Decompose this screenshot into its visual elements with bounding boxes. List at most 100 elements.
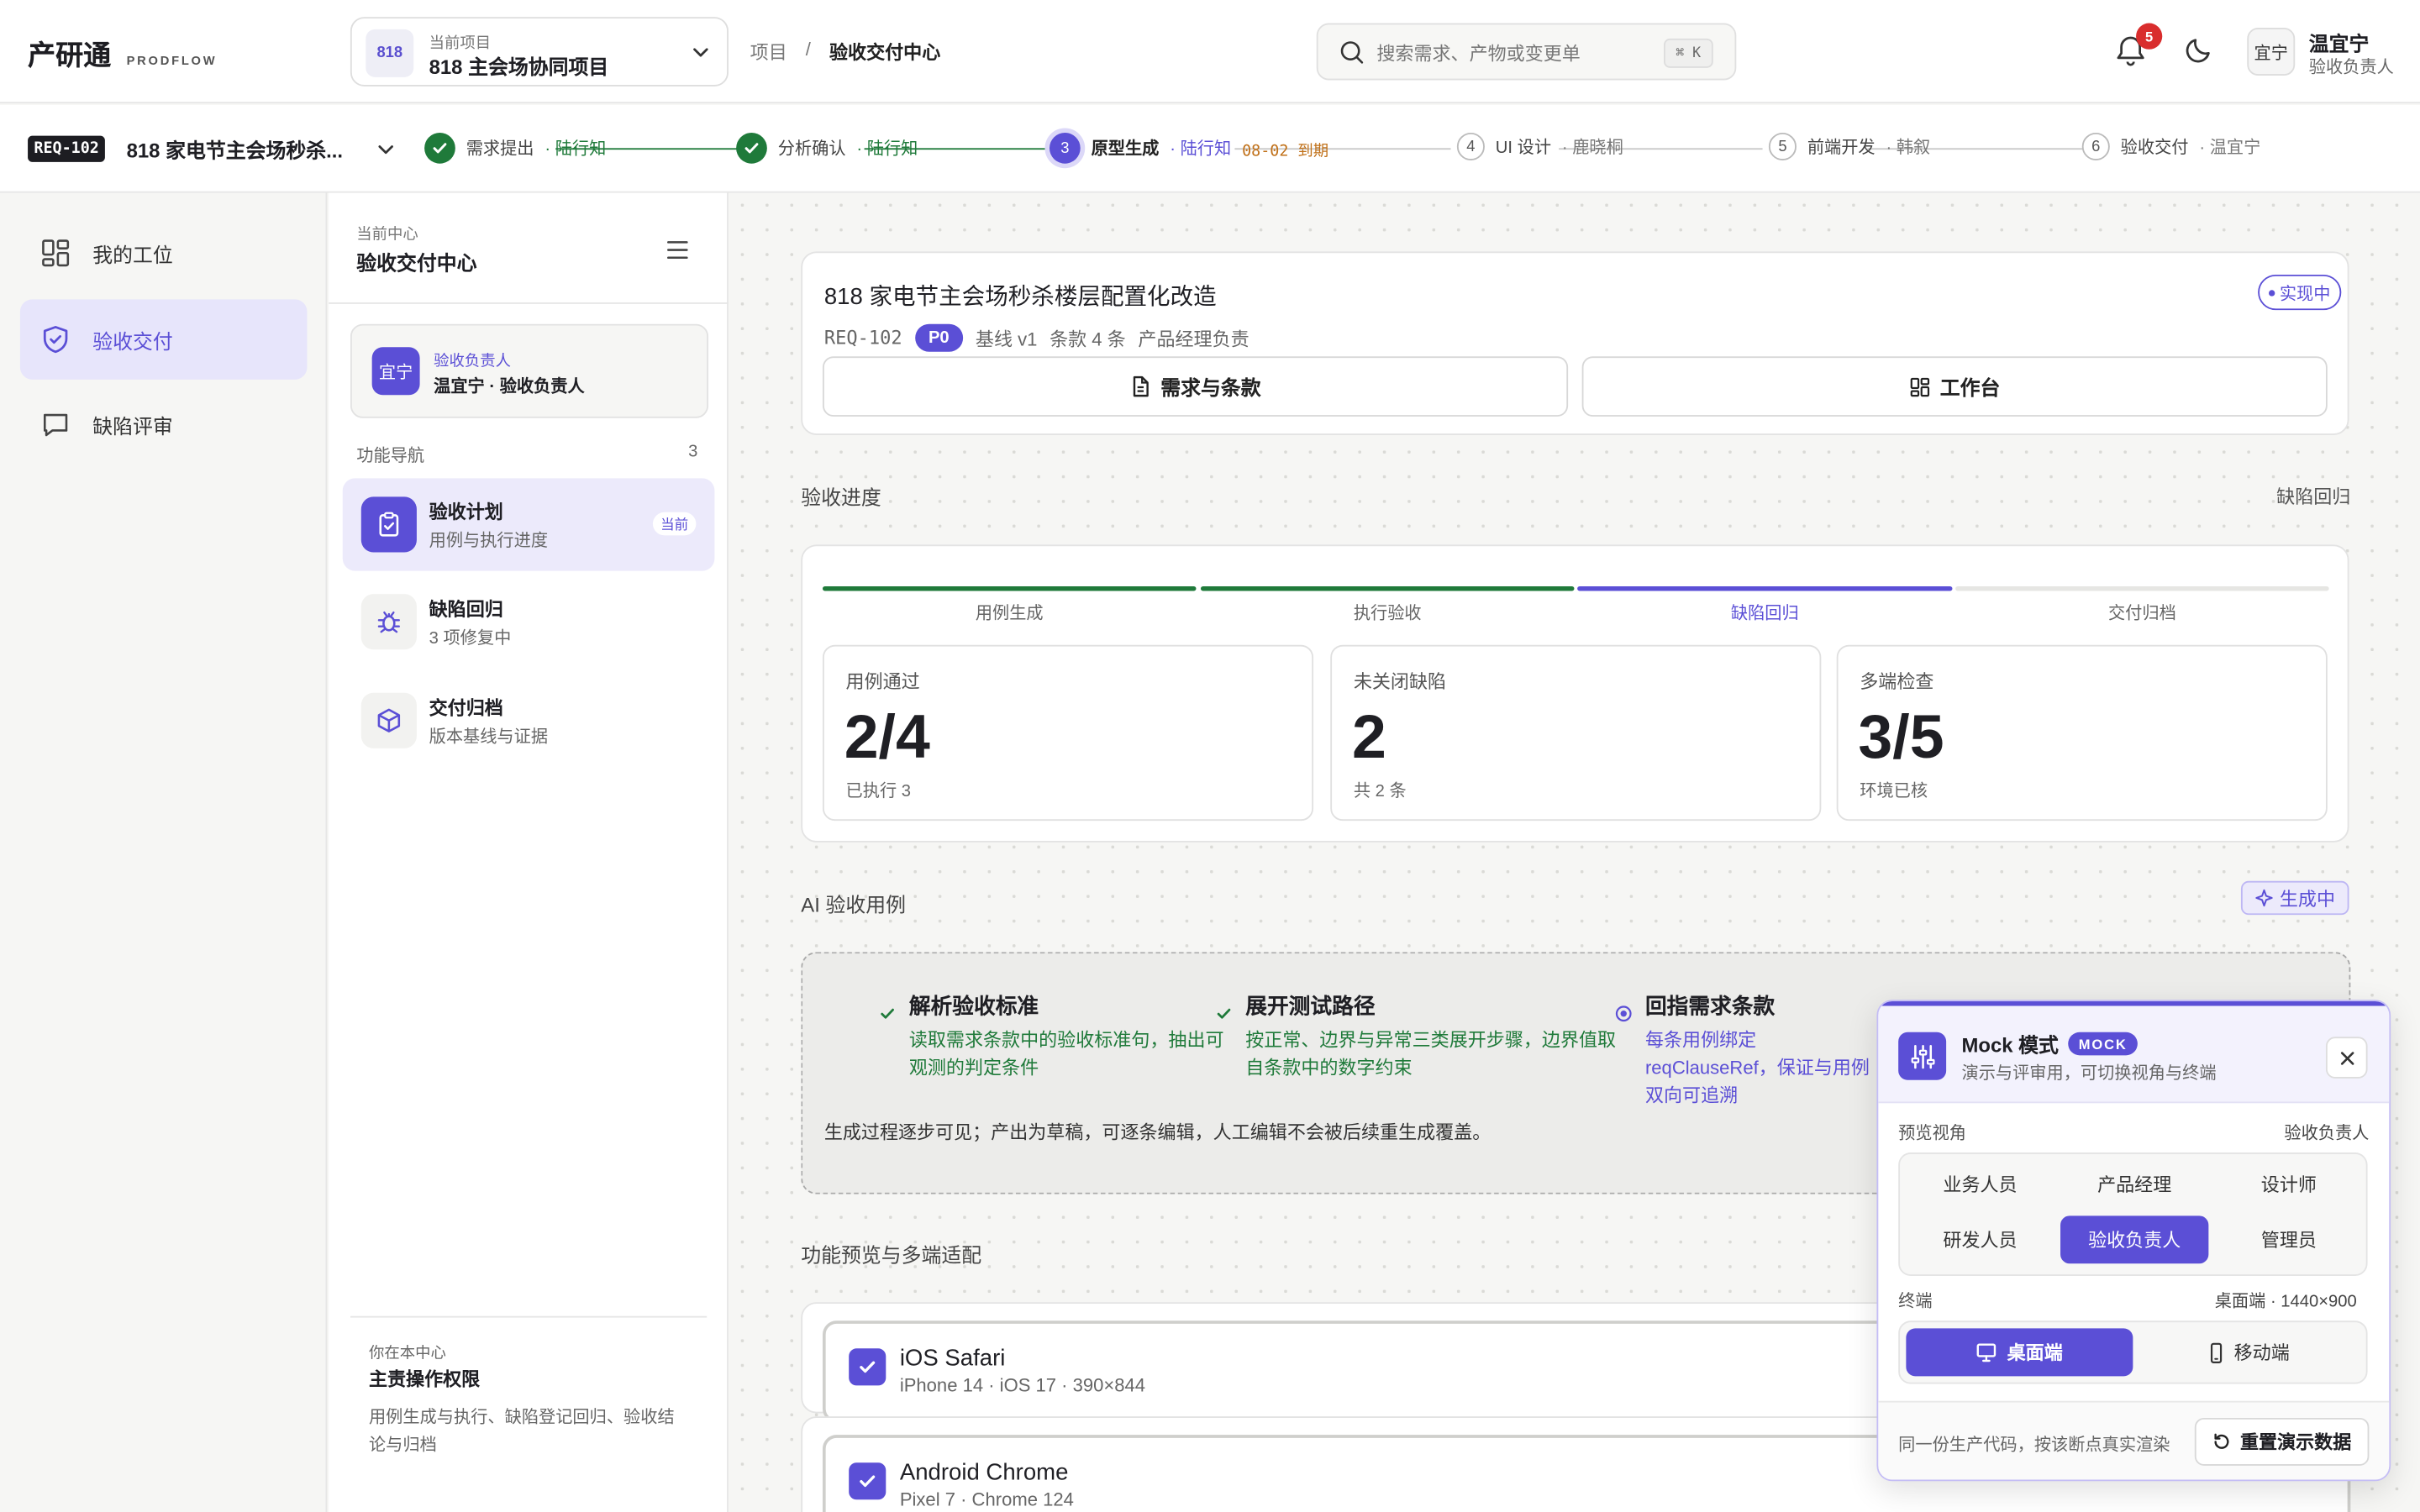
checkbox-checked-icon[interactable]: [849, 1462, 886, 1500]
check-icon: [1217, 1008, 1231, 1019]
ai-step-title: 解析验收标准: [908, 993, 1039, 1019]
sidebar-item-workspace[interactable]: 我的工位: [20, 213, 308, 293]
stage-bar-done: [822, 585, 1197, 591]
check-icon: [736, 132, 767, 164]
phone-icon: [2211, 1341, 2223, 1363]
function-item-acceptance-plan[interactable]: 验收计划 用例与执行进度 当前: [342, 478, 715, 571]
role-option-business[interactable]: 业务人员: [1906, 1160, 2054, 1208]
ai-step-desc: 读取需求条款中的验收标准句，抽出可观测的判定条件: [908, 1029, 1224, 1079]
owner-card: 宜宁 验收负责人 温宜宁 · 验收负责人: [350, 323, 709, 418]
terminal-option-desktop[interactable]: 桌面端: [1906, 1328, 2133, 1377]
user-name: 温宜宁: [2308, 32, 2370, 56]
status-label: 实现中: [2279, 284, 2331, 303]
stat-label: 用例通过: [845, 670, 920, 693]
step-owner: · 韩叙: [1886, 139, 1931, 158]
ai-section-title: AI 验收用例: [801, 893, 906, 917]
menu-icon[interactable]: [666, 239, 690, 261]
stat-sub: 已执行 3: [845, 782, 912, 801]
search-input[interactable]: 搜索需求、产物或变更单 ⌘ K: [1316, 23, 1737, 81]
ai-step-desc: 按正常、边界与异常三类展开步骤，边界值取自条款中的数字约束: [1245, 1029, 1617, 1079]
top-bar: 产研通 PRODFLOW 818 当前项目 818 主会场协同项目 项目 / 验…: [0, 0, 2420, 104]
step-number: 5: [1768, 132, 1797, 161]
function-item-defect-regression[interactable]: 缺陷回归 3 项修复中: [343, 575, 715, 668]
close-button[interactable]: [2325, 1037, 2368, 1079]
avatar[interactable]: 宜宁: [2247, 28, 2296, 76]
role-selector: 业务人员 产品经理 设计师 研发人员 验收负责人 管理员: [1898, 1152, 2368, 1276]
device-name: Android Chrome: [899, 1459, 1069, 1486]
role-option-product-manager[interactable]: 产品经理: [2060, 1160, 2208, 1208]
step-owner: · 鹿晓桐: [1561, 139, 1623, 158]
step-number: 6: [2081, 132, 2110, 161]
clauses-button-label: 需求与条款: [1160, 376, 1261, 400]
search-icon: [1340, 41, 1364, 64]
stage-bar-todo: [1955, 585, 2329, 591]
ai-step-trace: 回指需求条款 每条用例绑定 reqClauseRef，保证与用例双向可追溯: [1615, 990, 1880, 1109]
step-owner: · 陆行知: [856, 140, 918, 160]
mock-title-row: Mock 模式 MOCK: [1961, 1029, 2139, 1058]
stage-bar-current: [1577, 585, 1953, 591]
view-current: 验收负责人: [2284, 1124, 2370, 1144]
app-root: 产研通 PRODFLOW 818 当前项目 818 主会场协同项目 项目 / 验…: [0, 0, 2420, 1512]
monitor-icon: [1977, 1343, 1997, 1362]
role-option-acceptance-owner[interactable]: 验收负责人: [2060, 1215, 2209, 1264]
stage-label: 执行验收: [1353, 605, 1422, 624]
workbench-button[interactable]: 工作台: [1581, 356, 2328, 417]
role-option-admin[interactable]: 管理员: [2215, 1215, 2363, 1263]
sidebar-item-acceptance[interactable]: 验收交付: [19, 299, 308, 380]
defect-regression-link[interactable]: 缺陷回归: [2276, 483, 2350, 509]
clipboard-check-icon: [360, 496, 417, 553]
user-role: 验收负责人: [2308, 58, 2394, 77]
device-spec: iPhone 14 · iOS 17 · 390×844: [899, 1374, 1146, 1397]
stage-label: 缺陷回归: [1730, 605, 1799, 624]
step-prototype[interactable]: 3 原型生成 · 陆行知 08-02 到期: [1049, 132, 1328, 164]
checkbox-checked-icon[interactable]: [849, 1348, 886, 1386]
sidebar-item-label: 缺陷评审: [92, 414, 173, 438]
stat-value: 2: [1351, 703, 1386, 772]
close-icon: [2340, 1051, 2354, 1064]
function-title: 交付归档: [429, 697, 503, 719]
role-option-developer[interactable]: 研发人员: [1906, 1215, 2054, 1263]
clauses-button[interactable]: 需求与条款: [822, 356, 1569, 417]
app-logo[interactable]: 产研通 PRODFLOW: [28, 34, 217, 74]
chevron-down-icon[interactable]: [375, 139, 397, 160]
baseline-version: 基线 v1: [975, 328, 1038, 350]
reset-demo-button[interactable]: 重置演示数据: [2194, 1417, 2370, 1466]
function-subtitle: 3 项修复中: [429, 629, 512, 648]
step-name: 分析确认: [777, 140, 846, 160]
terminal-option-label: 桌面端: [2007, 1341, 2063, 1364]
breadcrumb-root[interactable]: 项目: [750, 39, 787, 65]
search-shortcut: ⌘ K: [1663, 38, 1713, 68]
project-label: 当前项目: [429, 35, 492, 53]
stat-label: 未关闭缺陷: [1353, 670, 1447, 693]
step-owner: · 陆行知: [1170, 140, 1232, 160]
step-requirement-submit[interactable]: 需求提出 · 陆行知: [424, 132, 606, 164]
reset-demo-label: 重置演示数据: [2239, 1431, 2352, 1454]
step-number: 3: [1049, 132, 1081, 164]
permissions-label: 你在本中心: [368, 1345, 446, 1362]
role-option-designer[interactable]: 设计师: [2215, 1160, 2363, 1208]
breadcrumb-separator: /: [805, 38, 811, 60]
device-spec: Pixel 7 · Chrome 124: [899, 1488, 1074, 1511]
shield-check-icon: [43, 326, 68, 354]
step-analysis-confirm[interactable]: 分析确认 · 陆行知: [736, 132, 918, 164]
sidebar-item-defect-review[interactable]: 缺陷评审: [20, 384, 308, 465]
project-badge: 818: [366, 29, 414, 77]
sparkle-icon: [2255, 889, 2273, 907]
step-number: 4: [1456, 132, 1485, 161]
function-item-delivery-archive[interactable]: 交付归档 版本基线与证据: [343, 675, 715, 767]
progress-card: 用例生成 执行验收 缺陷回归 交付归档 用例通过 2/4 已执行 3 未关闭缺陷…: [801, 544, 2349, 843]
sidebar-item-label: 验收交付: [92, 329, 173, 353]
project-switcher[interactable]: 818 当前项目 818 主会场协同项目: [350, 17, 729, 87]
requirement-short-title[interactable]: 818 家电节主会场秒杀...: [127, 134, 343, 164]
terminal-label: 终端: [1898, 1293, 1933, 1312]
status-dot-icon: [2269, 289, 2275, 296]
step-ui-design[interactable]: 4 UI 设计 · 鹿晓桐: [1456, 132, 1623, 161]
ai-step-title: 展开测试路径: [1245, 993, 1376, 1019]
terminal-option-mobile[interactable]: 移动端: [2136, 1328, 2363, 1376]
moon-icon[interactable]: [2182, 34, 2215, 66]
requirement-id-tag: REQ-102: [28, 135, 106, 162]
step-frontend-dev[interactable]: 5 前端开发 · 韩叙: [1768, 132, 1931, 161]
step-acceptance[interactable]: 6 验收交付 · 温宜宁: [2081, 132, 2260, 161]
permissions-description: 用例生成与执行、缺陷登记回归、验收结论与归档: [368, 1408, 675, 1456]
sidebar: 我的工位 验收交付 缺陷评审: [0, 192, 328, 1512]
